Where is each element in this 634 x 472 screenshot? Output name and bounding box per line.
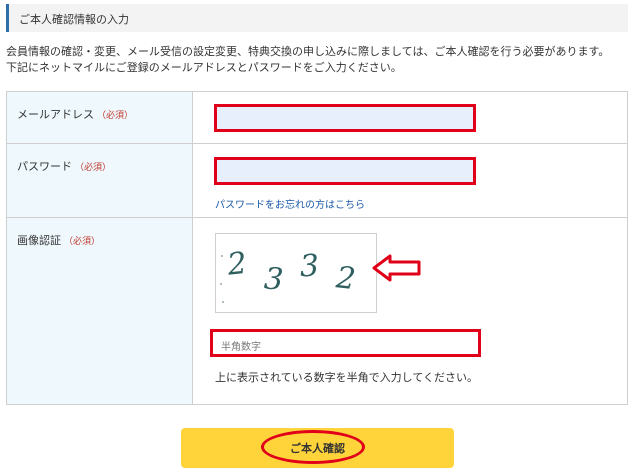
section-title: ご本人確認情報の入力 [19,13,129,26]
captcha-placeholder: 半角数字 [221,342,261,353]
captcha-digit: 3 [263,261,284,297]
captcha-row: 画像認証 （必須） 2 3 3 2 半角数字 上に表示されている数字を半角で入力… [7,218,627,404]
required-tag: （必須） [75,163,112,173]
password-label: パスワード [17,160,72,173]
captcha-svg: 2 3 3 2 [220,246,358,303]
captcha-label: 画像認証 [17,234,61,247]
verification-form: メールアドレス （必須） パスワード （必須） パスワードをお忘れの方はこちら 画像… [6,91,628,405]
forgot-password-link[interactable]: パスワードをお忘れの方はこちら [215,196,365,211]
intro-text: 会員情報の確認・変更、メール受信の設定変更、特典交換の申し込みに際しましては、ご… [6,44,630,76]
required-tag: （必須） [97,111,134,121]
confirm-identity-button[interactable]: ご本人確認 [181,428,454,468]
password-row: パスワード （必須） パスワードをお忘れの方はこちら [7,144,627,218]
required-tag: （必須） [64,237,101,247]
password-label-cell: パスワード （必須） [7,144,193,217]
captcha-digit: 3 [299,248,320,284]
intro-line-2: 下記にネットマイルにご登録のメールアドレスとパスワードをご入力ください。 [6,61,402,74]
arrow-left-icon [372,254,421,282]
password-field[interactable] [214,157,476,185]
email-label-cell: メールアドレス （必須） [7,92,193,143]
captcha-label-cell: 画像認証 （必須） [7,218,193,404]
captcha-digit: 2 [225,246,249,283]
email-label: メールアドレス [17,108,94,121]
captcha-digit: 2 [334,260,358,297]
confirm-button-label: ご本人確認 [290,442,345,455]
captcha-hint: 上に表示されている数字を半角で入力してください。 [215,371,479,384]
captcha-image: 2 3 3 2 [215,233,377,313]
section-header: ご本人確認情報の入力 [6,4,628,32]
email-row: メールアドレス （必須） [7,92,627,144]
captcha-input[interactable]: 半角数字 [210,329,481,357]
intro-line-1: 会員情報の確認・変更、メール受信の設定変更、特典交換の申し込みに際しましては、ご… [6,45,610,58]
email-field[interactable] [214,104,476,132]
